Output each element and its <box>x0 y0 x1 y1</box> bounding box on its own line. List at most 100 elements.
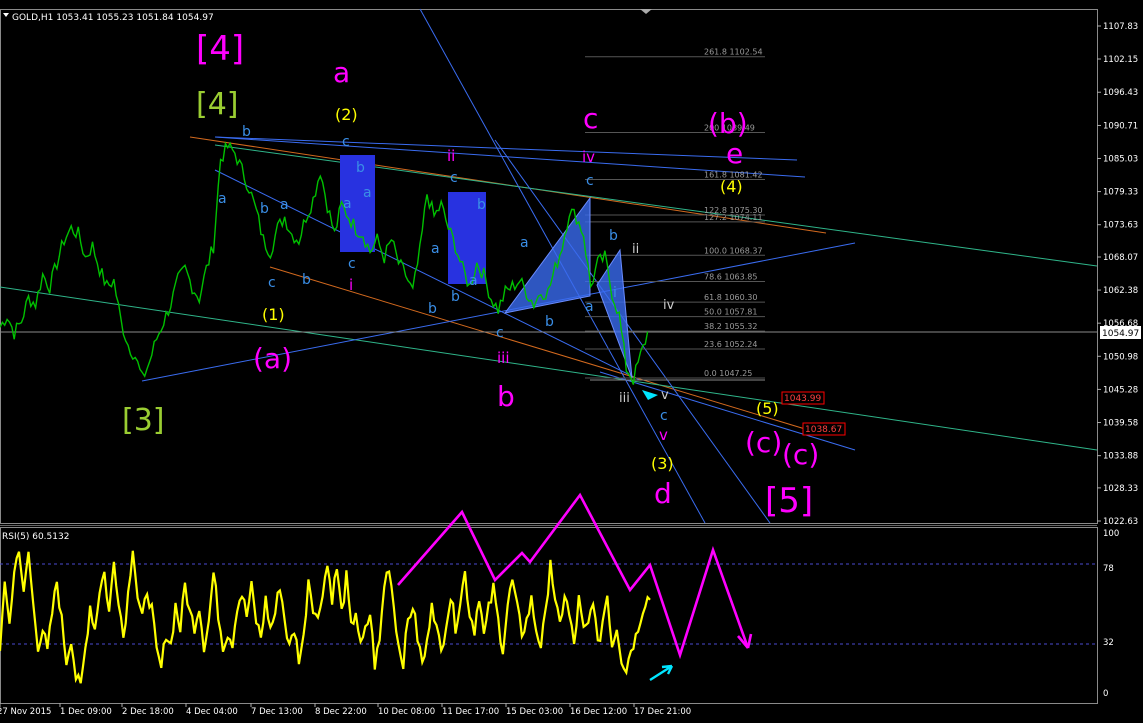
time-axis-label: 7 Dec 13:00 <box>251 707 303 717</box>
time-axis-label: 11 Dec 17:00 <box>442 707 499 717</box>
wave-label-c7: c <box>660 408 668 424</box>
wave-label-iii-m: iii <box>497 349 510 367</box>
wave-label-b2: b <box>356 160 365 176</box>
time-axis-label: 2 Dec 18:00 <box>122 707 174 717</box>
fib-level-label: 0.0 1047.25 <box>704 369 752 378</box>
fib-level-label: 261.8 1102.54 <box>704 48 763 57</box>
price-axis-label: 1062.38 <box>1103 286 1138 296</box>
wave-label-c5: c <box>496 325 504 341</box>
wave-label-5-magenta: [5] <box>765 481 813 521</box>
wave-label-ii-m: ii <box>447 147 455 165</box>
wave-label-i-b: i <box>613 285 617 301</box>
price-axis-label: 1022.63 <box>1103 517 1138 527</box>
wave-label-y3: (3) <box>651 454 674 473</box>
rsi-cyan-arrow <box>649 664 674 682</box>
price-axis-label: 1039.58 <box>1103 419 1138 429</box>
wave-label-4-magenta: [4] <box>196 29 244 69</box>
wave-label-b4: b <box>302 272 311 288</box>
wave-label-y5: (5) <box>756 399 779 418</box>
wave-label-b: b <box>497 380 515 413</box>
pattern-triangle-left[interactable] <box>503 196 591 314</box>
time-axis-label: 27 Nov 2015 <box>0 707 51 717</box>
wave-label-b-paren: (b) <box>708 107 748 140</box>
wave-label-a7: a <box>520 235 529 251</box>
chart-stage: 1107.83 1102.15 1096.43 1090.71 1085.03 1079.… <box>0 8 1141 717</box>
wave-label-i-m: i <box>349 276 353 294</box>
price-axis-label: 1090.71 <box>1103 121 1138 131</box>
time-axis-label: 17 Dec 21:00 <box>634 707 691 717</box>
price-axis-label: 1045.28 <box>1103 385 1138 395</box>
top-scroll-marker[interactable] <box>640 9 652 14</box>
rsi-axis-label: 32 <box>1103 638 1114 648</box>
time-axis-label: 16 Dec 12:00 <box>570 707 627 717</box>
wave-label-a2: a <box>363 185 372 201</box>
time-axis-label: 15 Dec 03:00 <box>506 707 563 717</box>
time-axis: 27 Nov 2015 1 Dec 09:00 2 Dec 18:00 4 Dec 0… <box>0 703 691 717</box>
rsi-axis: 100 78 32 0 <box>1103 529 1119 699</box>
fib-level-label: 50.0 1057.81 <box>704 308 757 317</box>
wave-label-b3: b <box>260 201 269 217</box>
symbol-header: GOLD,H1 1053.41 1055.23 1051.84 1054.97 <box>12 13 214 23</box>
wave-label-b9: b <box>545 314 554 330</box>
wave-label-v-m: v <box>659 426 668 444</box>
price-axis: 1107.83 1102.15 1096.43 1090.71 1085.03 1079.… <box>1097 22 1138 527</box>
price-cyan-arrow <box>642 390 658 400</box>
wave-label-c: c <box>583 102 598 135</box>
time-axis-label: 10 Dec 08:00 <box>378 707 435 717</box>
wave-label-c-paren-1: (c) <box>745 426 782 459</box>
wave-label-y2: (2) <box>335 105 358 124</box>
price-axis-label: 1050.98 <box>1103 352 1138 362</box>
header-menu-arrow[interactable] <box>3 13 9 17</box>
rsi-axis-label: 0 <box>1103 689 1108 699</box>
target-label-2: 1038.67 <box>805 425 842 435</box>
green-fan-lower <box>0 286 1098 451</box>
wave-label-iv-w: iv <box>663 298 675 313</box>
wave-label-c4: c <box>450 170 458 186</box>
price-axis-label: 1085.03 <box>1103 154 1138 164</box>
fibonacci-levels[interactable]: 261.8 1102.54200 1089.49161.8 1081.42127… <box>585 48 765 379</box>
time-axis-label: 1 Dec 09:00 <box>60 707 112 717</box>
wave-label-c1: c <box>342 134 350 150</box>
wave-label-a-top: a <box>333 56 350 89</box>
wave-label-c6: c <box>586 173 594 189</box>
rsi-axis-label: 100 <box>1103 529 1119 539</box>
wave-label-iii-w: iii <box>619 391 630 406</box>
wave-label-a4: a <box>343 196 352 212</box>
wave-label-4-olive: [4] <box>196 87 239 122</box>
wave-label-a-paren: (a) <box>253 342 292 375</box>
rsi-panel-frame <box>0 527 1098 704</box>
wave-label-v-w: v <box>661 388 669 403</box>
price-axis-label: 1102.15 <box>1103 55 1138 65</box>
price-axis-label: 1033.88 <box>1103 452 1138 462</box>
wave-label-ii-w: ii <box>632 242 639 257</box>
wave-label-b1: b <box>242 124 251 140</box>
wave-label-iv-m: iv <box>582 148 595 166</box>
wave-label-a5: a <box>431 241 440 257</box>
fib-level-label: 61.8 1060.30 <box>704 293 757 302</box>
current-price-label: 1054.97 <box>1102 329 1139 339</box>
wave-label-3-olive: [3] <box>122 403 165 438</box>
rsi-header: RSI(5) 60.5132 <box>2 532 69 542</box>
fib-level-label: 100.0 1068.37 <box>704 246 763 255</box>
price-axis-label: 1079.33 <box>1103 188 1138 198</box>
wave-label-y1: (1) <box>262 305 285 324</box>
wave-label-c-paren-2: (c) <box>782 438 819 471</box>
fib-level-label: 38.2 1055.32 <box>704 322 757 331</box>
wave-label-a1: a <box>218 191 227 207</box>
price-axis-label: 1068.07 <box>1103 253 1138 263</box>
rsi-series-line <box>0 550 651 684</box>
wave-label-e: e <box>726 137 743 170</box>
fib-level-label: 78.6 1063.85 <box>704 273 757 282</box>
rsi-axis-label: 78 <box>1103 564 1114 574</box>
wave-label-a3: a <box>280 197 289 213</box>
target-label-1: 1043.99 <box>784 394 821 404</box>
wave-label-a8: a <box>585 299 594 315</box>
fib-level-label: 122.8 1075.30 <box>704 206 763 215</box>
fib-level-label: 23.6 1052.24 <box>704 340 757 349</box>
wave-label-b8: b <box>609 228 618 244</box>
time-axis-label: 4 Dec 04:00 <box>186 707 238 717</box>
price-axis-label: 1028.33 <box>1103 484 1138 494</box>
time-axis-label: 8 Dec 22:00 <box>315 707 367 717</box>
wave-label-b7: b <box>428 301 437 317</box>
wave-label-a6: a <box>469 273 478 289</box>
